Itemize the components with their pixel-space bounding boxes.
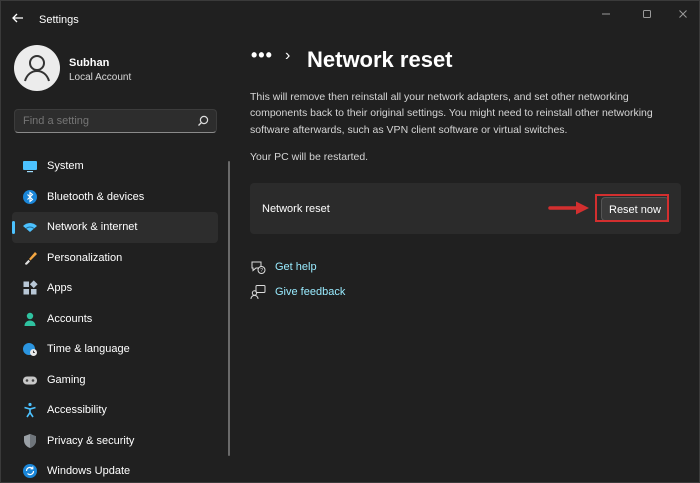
- maximize-button[interactable]: [632, 7, 662, 23]
- arrow-left-icon: [12, 13, 23, 23]
- card-label: Network reset: [262, 203, 330, 215]
- search-box[interactable]: [14, 109, 217, 133]
- sidebar-item-label: Personalization: [47, 251, 123, 264]
- minimize-icon: [602, 13, 610, 15]
- avatar: [14, 45, 60, 91]
- restart-note: Your PC will be restarted.: [250, 151, 369, 163]
- sidebar-item-label: Gaming: [47, 373, 86, 386]
- account-type: Local Account: [69, 72, 132, 83]
- monitor-icon: [23, 161, 37, 173]
- gamepad-icon: [23, 376, 37, 384]
- close-icon: [679, 10, 687, 18]
- sidebar-nav: System Bluetooth & devices Network & int…: [12, 151, 218, 482]
- sidebar-scrollbar[interactable]: [228, 161, 230, 456]
- sidebar-item-label: Accessibility: [47, 404, 107, 416]
- brush-icon: [25, 251, 37, 265]
- sidebar-item-privacy-security[interactable]: Privacy & security: [12, 426, 218, 457]
- app-title: Settings: [39, 14, 79, 26]
- highlight-box: [595, 194, 669, 222]
- person-icon: [24, 312, 36, 326]
- sidebar-item-label: Network & internet: [47, 221, 138, 233]
- give-feedback-link[interactable]: Give feedback: [275, 286, 345, 298]
- help-icon: ?: [251, 261, 266, 274]
- globe-clock-icon: [23, 343, 37, 356]
- sidebar-item-label: Bluetooth & devices: [47, 190, 145, 203]
- feedback-icon: [250, 285, 266, 300]
- sidebar-item-network[interactable]: Network & internet: [12, 212, 218, 243]
- maximize-icon: [643, 10, 651, 18]
- sidebar-item-apps[interactable]: Apps: [12, 273, 218, 304]
- sidebar-item-label: Privacy & security: [47, 434, 135, 447]
- sidebar-item-system[interactable]: System: [12, 151, 218, 182]
- sidebar-item-label: Apps: [47, 282, 73, 294]
- sidebar-item-label: Accounts: [47, 312, 93, 325]
- sidebar-item-gaming[interactable]: Gaming: [12, 365, 218, 396]
- sidebar-item-label: System: [47, 160, 84, 172]
- apps-icon: [23, 280, 38, 295]
- sidebar-item-label: Windows Update: [47, 465, 131, 477]
- user-name: Subhan: [69, 57, 110, 69]
- get-help-link[interactable]: Get help: [275, 261, 317, 273]
- sidebar-item-windows-update[interactable]: Windows Update: [12, 456, 218, 482]
- sidebar-item-personalization[interactable]: Personalization: [12, 243, 218, 274]
- arrow-right-annotation-icon: [548, 201, 589, 215]
- sidebar-item-time-language[interactable]: Time & language: [12, 334, 218, 365]
- wifi-icon: [23, 223, 37, 232]
- svg-text:?: ?: [260, 268, 263, 274]
- shield-icon: [24, 433, 36, 448]
- reset-description: This will remove then reinstall all your…: [250, 91, 653, 136]
- sidebar-item-accounts[interactable]: Accounts: [12, 304, 218, 335]
- breadcrumb-overflow[interactable]: •••: [251, 45, 273, 66]
- sidebar-item-label: Time & language: [47, 343, 130, 355]
- minimize-button[interactable]: [591, 7, 621, 23]
- page-title: Network reset: [307, 47, 453, 72]
- back-button[interactable]: [11, 11, 29, 27]
- chevron-right-icon: ›: [285, 47, 291, 64]
- accessibility-icon: [24, 402, 36, 418]
- sidebar-item-bluetooth[interactable]: Bluetooth & devices: [12, 182, 218, 213]
- update-icon: [23, 464, 37, 478]
- title-bar: Settings: [1, 1, 699, 37]
- bluetooth-icon: [23, 189, 37, 204]
- settings-window: Settings Subhan Local Account System: [0, 0, 700, 483]
- search-icon[interactable]: [197, 115, 209, 127]
- close-button[interactable]: [668, 7, 698, 23]
- sidebar-item-accessibility[interactable]: Accessibility: [12, 395, 218, 426]
- network-reset-card: Network reset Reset now: [250, 183, 681, 234]
- search-input[interactable]: [23, 115, 183, 127]
- person-avatar-icon: [24, 55, 50, 82]
